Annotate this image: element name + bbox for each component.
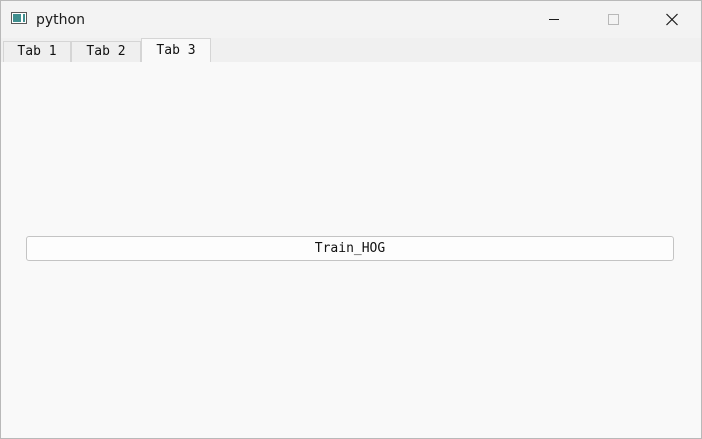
- app-icon-pane-right: [23, 14, 25, 22]
- app-window: python Tab 1 Tab 2 Tab 3 Train_HOG: [0, 0, 702, 439]
- close-icon: [666, 13, 678, 26]
- app-icon-pane-left: [13, 14, 21, 22]
- close-button[interactable]: [643, 1, 701, 38]
- tab-content-panel: Train_HOG: [1, 62, 701, 438]
- minimize-icon: [549, 19, 559, 20]
- tab-1[interactable]: Tab 1: [3, 41, 71, 62]
- maximize-icon: [608, 14, 619, 25]
- window-app-icon: [11, 12, 27, 24]
- window-title: python: [36, 12, 85, 28]
- train-hog-button[interactable]: Train_HOG: [26, 236, 674, 261]
- tab-3[interactable]: Tab 3: [141, 38, 211, 63]
- tab-bar: Tab 1 Tab 2 Tab 3: [1, 38, 701, 63]
- tab-2[interactable]: Tab 2: [71, 41, 141, 62]
- maximize-button[interactable]: [584, 1, 642, 38]
- minimize-button[interactable]: [525, 1, 583, 38]
- title-bar[interactable]: python: [1, 1, 701, 38]
